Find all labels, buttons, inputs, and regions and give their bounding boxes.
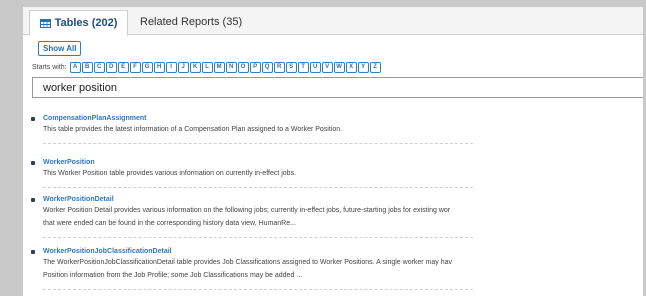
tab-tables-label: Tables (202) <box>54 17 118 29</box>
result-title-link[interactable]: CompensationPlanAssignment <box>43 115 146 122</box>
letter-button-e[interactable]: E <box>117 62 129 73</box>
letter-button-a[interactable]: A <box>69 62 81 73</box>
starts-with-filter: Starts with: ABCDEFGHIJKLMNOPQRSTUVWXYZ <box>32 62 382 73</box>
divider <box>43 187 473 188</box>
bullet-icon <box>31 161 35 165</box>
letter-button-h[interactable]: H <box>153 62 165 73</box>
divider <box>43 289 473 290</box>
letter-button-r[interactable]: R <box>273 62 285 73</box>
result-description: The WorkerPositionJobClassificationDetai… <box>43 259 453 266</box>
divider <box>43 237 473 238</box>
divider <box>43 143 473 144</box>
result-description: This Worker Position table provides vari… <box>43 170 297 177</box>
starts-with-label: Starts with: <box>32 64 67 71</box>
letter-button-y[interactable]: Y <box>357 62 369 73</box>
data-catalog-panel: Tables (202) Related Reports (35) Show A… <box>23 7 643 296</box>
letter-button-o[interactable]: O <box>237 62 249 73</box>
result-description: Worker Position Detail provides various … <box>43 207 451 214</box>
result-description: This table provides the latest informati… <box>43 126 343 133</box>
table-grid-icon <box>39 18 51 28</box>
letter-button-v[interactable]: V <box>321 62 333 73</box>
result-description: that were ended can be found in the corr… <box>43 220 296 227</box>
tab-bar: Tables (202) Related Reports (35) <box>23 7 643 36</box>
letter-button-z[interactable]: Z <box>369 62 381 73</box>
result-description: Position information from the Job Profil… <box>43 272 303 279</box>
letter-button-d[interactable]: D <box>105 62 117 73</box>
letter-button-c[interactable]: C <box>93 62 105 73</box>
letter-buttons: ABCDEFGHIJKLMNOPQRSTUVWXYZ <box>69 62 382 73</box>
tab-related-reports-label: Related Reports (35) <box>140 16 243 28</box>
bullet-icon <box>31 250 35 254</box>
result-title-link[interactable]: WorkerPosition <box>43 159 95 166</box>
letter-button-u[interactable]: U <box>309 62 321 73</box>
letter-button-l[interactable]: L <box>201 62 213 73</box>
letter-button-q[interactable]: Q <box>261 62 273 73</box>
letter-button-g[interactable]: G <box>141 62 153 73</box>
search-input[interactable] <box>32 77 643 98</box>
bullet-icon <box>31 117 35 121</box>
result-title-link[interactable]: WorkerPositionJobClassificationDetail <box>43 248 172 255</box>
tab-related-reports[interactable]: Related Reports (35) <box>140 10 242 34</box>
letter-button-t[interactable]: T <box>297 62 309 73</box>
bullet-icon <box>31 198 35 202</box>
letter-button-n[interactable]: N <box>225 62 237 73</box>
letter-button-w[interactable]: W <box>333 62 345 73</box>
show-all-button[interactable]: Show All <box>38 41 82 56</box>
letter-button-m[interactable]: M <box>213 62 225 73</box>
letter-button-f[interactable]: F <box>129 62 141 73</box>
letter-button-x[interactable]: X <box>345 62 357 73</box>
letter-button-k[interactable]: K <box>189 62 201 73</box>
letter-button-j[interactable]: J <box>177 62 189 73</box>
result-title-link[interactable]: WorkerPositionDetail <box>43 196 114 203</box>
tab-tables[interactable]: Tables (202) <box>29 10 128 36</box>
letter-button-i[interactable]: I <box>165 62 177 73</box>
letter-button-p[interactable]: P <box>249 62 261 73</box>
letter-button-b[interactable]: B <box>81 62 93 73</box>
letter-button-s[interactable]: S <box>285 62 297 73</box>
